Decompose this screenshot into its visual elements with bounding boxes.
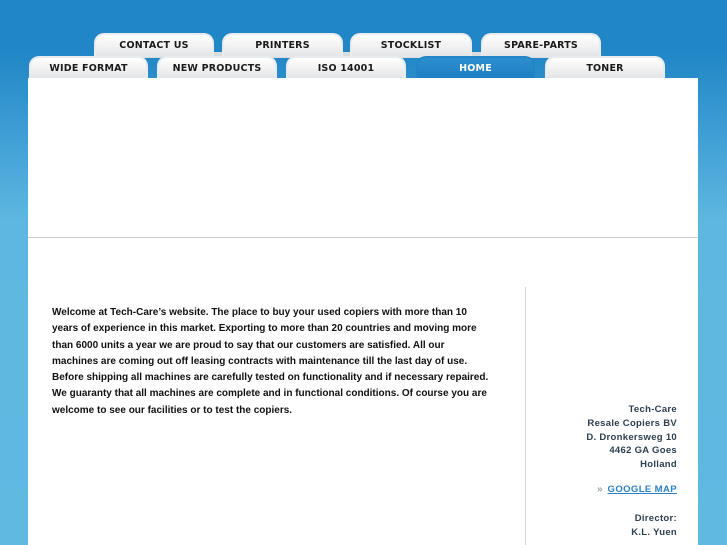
tab-toner[interactable]: TONER	[545, 56, 665, 78]
tab-contact-us[interactable]: CONTACT US	[94, 33, 214, 57]
column-divider	[525, 287, 526, 545]
banner-area	[28, 78, 698, 238]
company-address: Tech-Care Resale Copiers BV D. Dronkersw…	[586, 403, 677, 472]
divider	[28, 237, 698, 238]
google-map-link-row: » GOOGLE MAP	[597, 484, 677, 495]
address-line: Resale Copiers BV	[587, 417, 677, 429]
intro-text: Welcome at Tech-Care’s website. The plac…	[52, 307, 489, 416]
director-info: Director: K.L. Yuen	[631, 512, 677, 540]
tab-stocklist[interactable]: STOCKLIST	[350, 33, 472, 57]
tab-new-products[interactable]: NEW PRODUCTS	[157, 56, 277, 78]
tab-spare-parts[interactable]: SPARE-PARTS	[481, 33, 601, 57]
address-line: Tech-Care	[628, 404, 677, 415]
google-map-link[interactable]: GOOGLE MAP	[608, 484, 677, 495]
tab-printers[interactable]: PRINTERS	[222, 33, 343, 57]
main-content: Welcome at Tech-Care’s website. The plac…	[28, 78, 698, 545]
tab-wide-format[interactable]: WIDE FORMAT	[29, 56, 148, 78]
double-chevron-right-icon: »	[596, 484, 602, 495]
address-line: 4462 GA Goes	[609, 445, 677, 457]
address-line: Holland	[640, 459, 677, 471]
address-line: D. Dronkersweg 10	[586, 431, 677, 443]
tab-iso-14001[interactable]: ISO 14001	[286, 56, 406, 78]
director-name: K.L. Yuen	[631, 527, 677, 538]
director-label: Director:	[634, 513, 677, 524]
tab-home[interactable]: HOME	[416, 56, 535, 78]
